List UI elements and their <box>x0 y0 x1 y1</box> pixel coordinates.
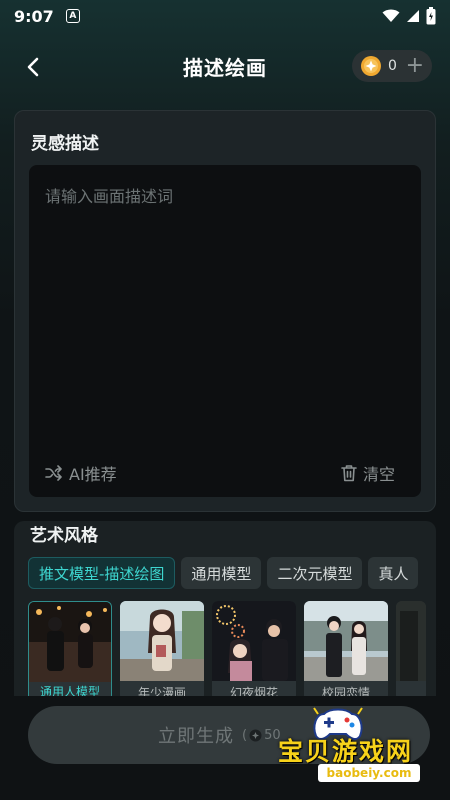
prompt-card-title: 灵感描述 <box>31 134 99 154</box>
partial-style-image <box>396 601 426 681</box>
watermark-text: 宝贝游戏网 <box>278 737 414 766</box>
style-thumb-label: 通用人模型 <box>39 685 100 696</box>
style-thumb-fireworks[interactable]: 幻夜烟花 <box>212 601 296 696</box>
art-style-section: 艺术风格 推文模型-描述绘图 通用模型 二次元模型 真人 通用人模型 年少漫画 … <box>14 521 436 696</box>
status-time: 9:07 <box>14 6 54 26</box>
tab-realistic-model[interactable]: 真人 <box>368 557 419 589</box>
style-tabs: 推文模型-描述绘图 通用模型 二次元模型 真人 <box>28 557 419 589</box>
style-thumb-label: 校园恋情 <box>321 686 370 696</box>
style-thumb-partial[interactable] <box>396 601 426 696</box>
girl-platform-image <box>120 601 204 681</box>
trash-icon <box>341 465 357 482</box>
coin-count: 0 <box>388 58 397 74</box>
clear-button[interactable]: 清空 <box>341 461 395 485</box>
couple-campus-image <box>304 601 388 681</box>
style-thumb-label: 年少漫画 <box>137 686 186 696</box>
page-title: 描述绘画 <box>183 55 267 80</box>
prompt-card: 灵感描述 AI推荐 清空 <box>14 110 436 512</box>
app-header: 描述绘画 0 + <box>0 42 450 90</box>
art-style-title: 艺术风格 <box>30 526 98 546</box>
style-thumbnails: 通用人模型 年少漫画 幻夜烟花 校园恋情 <box>28 601 426 696</box>
ai-recommend-button[interactable]: AI推荐 <box>45 461 117 485</box>
battery-icon <box>426 7 436 25</box>
generate-label: 立即生成 <box>158 726 234 747</box>
style-thumb-label: 幻夜烟花 <box>229 686 278 696</box>
chevron-left-icon <box>27 57 39 77</box>
status-bar: 9:07 A <box>0 0 450 32</box>
tab-tuiwen-model[interactable]: 推文模型-描述绘图 <box>28 557 176 589</box>
status-icons <box>382 7 436 25</box>
coin-icon <box>361 56 381 76</box>
shuffle-icon <box>45 465 62 481</box>
watermark-url: baobeiy.com <box>318 764 420 782</box>
tab-anime-model[interactable]: 二次元模型 <box>267 557 363 589</box>
back-button[interactable] <box>18 52 48 82</box>
style-thumb-youth-manga[interactable]: 年少漫画 <box>120 601 204 696</box>
plus-icon: + <box>405 53 424 78</box>
prompt-input[interactable] <box>29 165 421 497</box>
coin-balance-button[interactable]: 0 + <box>352 50 432 82</box>
couple-street-night-image <box>29 602 111 682</box>
signal-icon <box>407 10 419 22</box>
ai-recommend-label: AI推荐 <box>69 465 117 484</box>
wifi-icon <box>382 9 400 22</box>
tab-general-model[interactable]: 通用模型 <box>181 557 262 589</box>
clear-label: 清空 <box>362 465 395 484</box>
notification-icon: A <box>65 9 80 23</box>
style-thumb-campus-romance[interactable]: 校园恋情 <box>304 601 388 696</box>
watermark: 宝贝游戏网 baobeiy.com <box>248 706 444 786</box>
style-thumb-general-person[interactable]: 通用人模型 <box>28 601 112 696</box>
couple-fireworks-image <box>212 601 296 681</box>
